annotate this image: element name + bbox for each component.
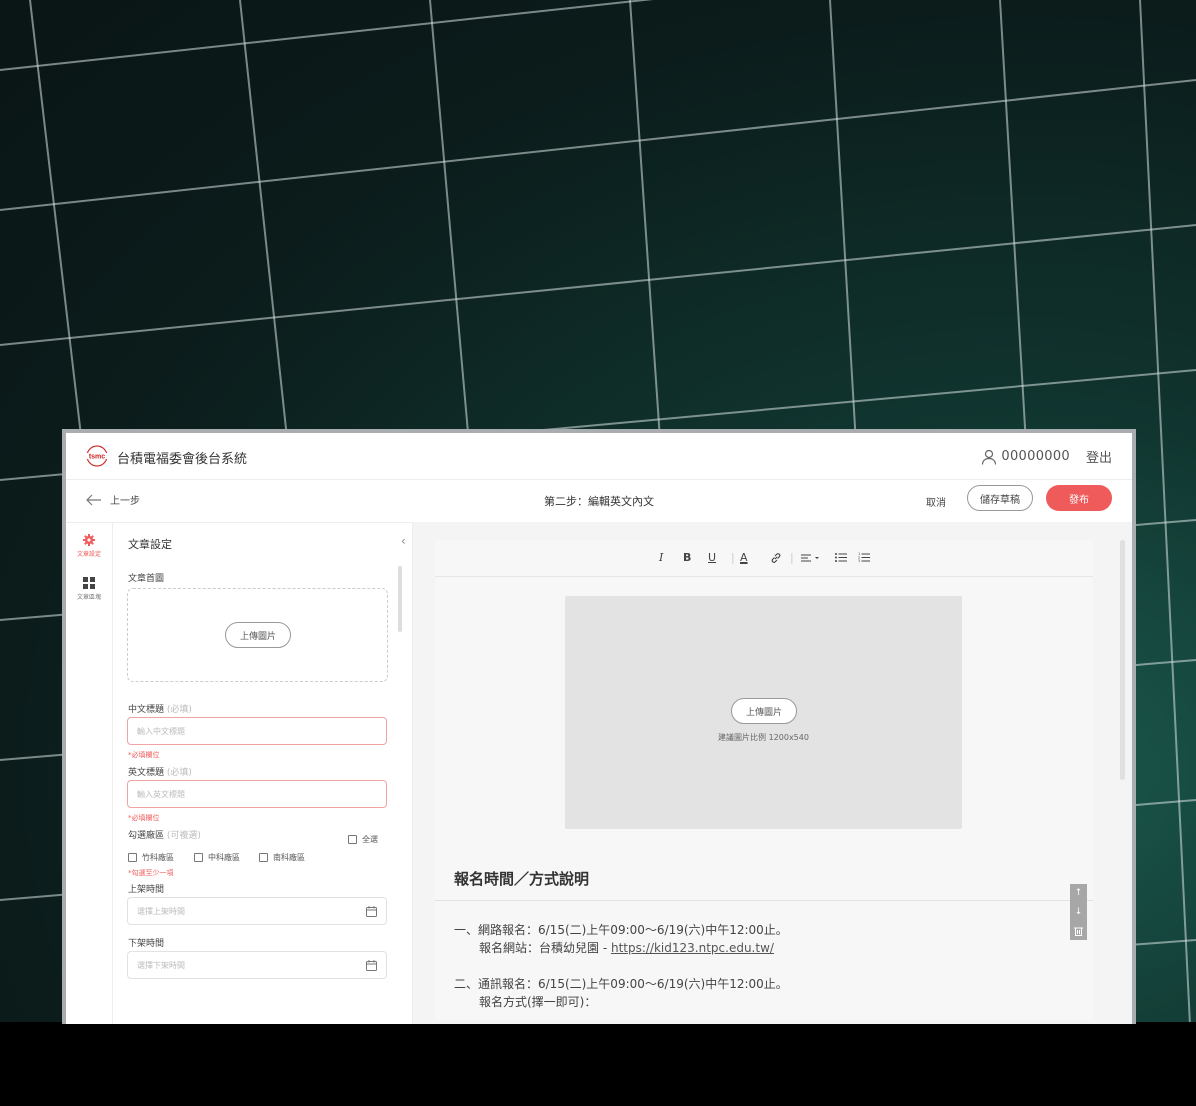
format-toolbar: I B U | A | 123 [435,540,1093,577]
publish-time-picker[interactable]: 選擇上架時間 [127,897,387,925]
paragraph-mail-registration: 二、通訊報名：6/15(二)上午09:00～6/19(六)中午12:00止。 [454,977,788,991]
bullet-list-icon[interactable] [835,553,847,562]
user-icon [982,449,997,465]
paragraph-registration-site: 報名網站：台積幼兒園 - https://kid123.ntpc.edu.tw/ [479,941,774,955]
grid-icon [83,577,95,589]
zh-title-label: 中文標題 (必填) [128,705,192,715]
document-canvas: I B U | A | 123 上傳圖片 建議圖片比例 1200x540 報名時… [435,540,1093,1020]
registration-link[interactable]: https://kid123.ntpc.edu.tw/ [611,941,774,955]
bottom-backdrop [0,1022,1196,1106]
image-placeholder[interactable]: 上傳圖片 建議圖片比例 1200x540 [565,596,962,829]
image-upload-button[interactable]: 上傳圖片 [731,698,797,724]
cover-label: 文章首圖 [128,574,165,584]
toolbar-divider: | [731,551,735,564]
paragraph-online-registration: 一、網路報名：6/15(二)上午09:00～6/19(六)中午12:00止。 [454,923,788,937]
select-all-checkbox[interactable]: 全選 [348,834,378,845]
zh-title-error: *必填欄位 [128,751,160,759]
app-window: tsmc 台積電福委會後台系統 00000000 登出 上一步 第二步：編輯英文… [62,429,1136,1024]
section-title: 報名時間／方式說明 [454,870,590,888]
section-divider [435,900,1093,901]
unpublish-time-label: 下架時間 [128,939,165,949]
step-bar: 上一步 第二步：編輯英文內文 取消 儲存草稿 發布 [66,479,1132,523]
logout-button[interactable]: 登出 [1086,447,1112,466]
rail-label: 文章設定 [76,551,101,558]
area-checkbox-hsinchu[interactable]: 竹科廠區 [128,852,174,863]
rail-item-article-settings[interactable]: 文章設定 [66,534,112,558]
cancel-button[interactable]: 取消 [926,494,946,509]
svg-text:3: 3 [858,559,860,562]
font-color-icon[interactable]: A [740,551,748,564]
area-error: *勾選至少一項 [128,869,174,877]
paragraph-registration-method: 報名方式(擇一即可)： [479,995,597,1009]
toolbar-divider: | [790,551,794,564]
settings-panel: 文章設定 ‹ 文章首圖 上傳圖片 中文標題 (必填) 輸入中文標題 *必填欄位 … [112,522,413,1024]
tsmc-logo: tsmc [85,445,109,467]
en-title-label: 英文標題 (必填) [128,768,192,778]
rail-label: 文章區塊 [76,594,101,601]
zh-title-input[interactable]: 輸入中文標題 [127,717,387,745]
user-id: 00000000 [1001,449,1070,464]
area-checkbox-taichung[interactable]: 中科廠區 [194,852,240,863]
unpublish-time-picker[interactable]: 選擇下架時間 [127,951,387,979]
calendar-icon [366,960,377,971]
italic-icon[interactable]: I [659,551,663,564]
editor-area: I B U | A | 123 上傳圖片 建議圖片比例 1200x540 報名時… [413,522,1132,1024]
image-size-hint: 建議圖片比例 1200x540 [718,733,809,742]
panel-title: 文章設定 [128,538,172,551]
block-tools: ↑ ↓ [1070,884,1087,940]
en-title-input[interactable]: 輸入英文標題 [127,780,387,808]
numbered-list-icon[interactable]: 123 [858,552,870,562]
app-title: 台積電福委會後台系統 [117,452,248,467]
en-title-error: *必填欄位 [128,814,160,822]
move-down-icon[interactable]: ↓ [1075,907,1083,917]
editor-scrollbar[interactable] [1120,540,1125,780]
bold-icon[interactable]: B [683,551,691,564]
publish-button[interactable]: 發布 [1046,485,1112,511]
side-rail: 文章設定 文章區塊 [66,522,113,1024]
save-draft-button[interactable]: 儲存草稿 [967,485,1033,511]
align-icon[interactable] [801,554,821,562]
trash-icon[interactable] [1074,926,1083,936]
calendar-icon [366,906,377,917]
cover-upload-button[interactable]: 上傳圖片 [225,622,291,648]
area-label: 勾選廠區 (可複選) [128,831,201,841]
publish-time-label: 上架時間 [128,885,165,895]
panel-scrollbar[interactable] [398,566,402,632]
gear-icon [83,534,95,546]
rail-item-article-blocks[interactable]: 文章區塊 [66,577,112,601]
area-checkbox-tainan[interactable]: 南科廠區 [259,852,305,863]
collapse-panel-icon[interactable]: ‹ [401,534,406,548]
cover-dropzone[interactable]: 上傳圖片 [127,588,388,682]
top-bar: tsmc 台積電福委會後台系統 00000000 登出 [66,433,1132,479]
move-up-icon[interactable]: ↑ [1075,888,1083,898]
underline-icon[interactable]: U [708,551,716,564]
link-icon[interactable] [770,552,782,564]
svg-text:tsmc: tsmc [89,454,105,461]
user-area: 00000000 登出 [981,447,1112,466]
